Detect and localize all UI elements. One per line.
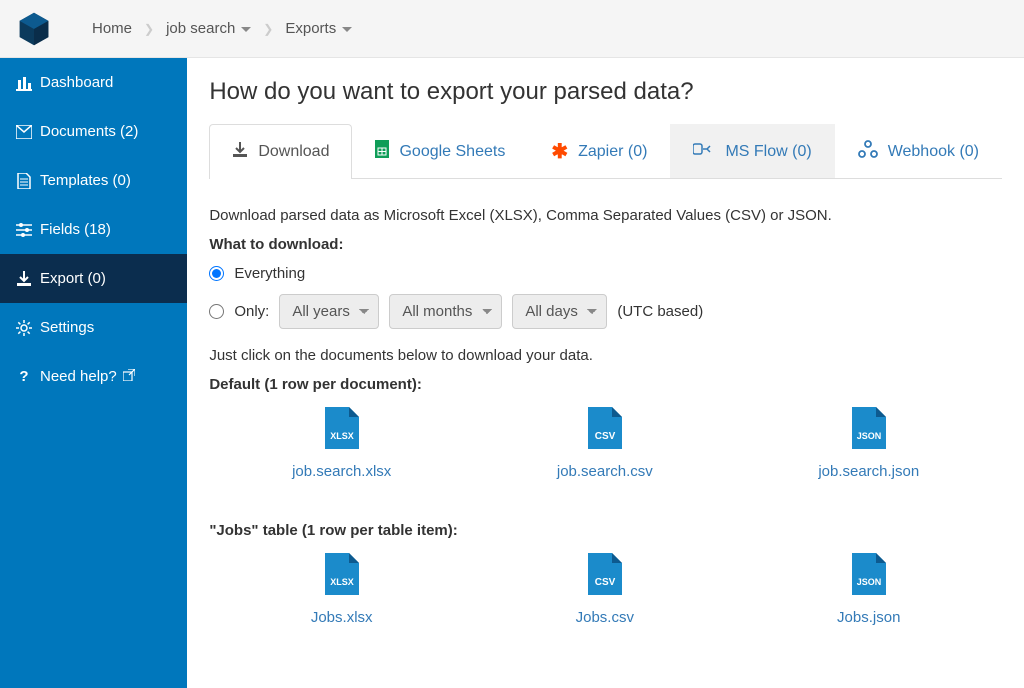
- breadcrumb-jobsearch[interactable]: job search: [166, 20, 251, 37]
- page-title: How do you want to export your parsed da…: [209, 78, 1002, 106]
- zapier-icon: ✱: [551, 139, 568, 164]
- sidebar-item-templates[interactable]: Templates (0): [0, 156, 187, 205]
- breadcrumb-exports[interactable]: Exports: [285, 20, 352, 37]
- file-json-icon: JSON: [852, 407, 886, 453]
- select-months[interactable]: All months: [389, 294, 502, 329]
- jobs-files: XLSX Jobs.xlsx CSV Jobs.csv JSON Jobs.js…: [209, 553, 1002, 626]
- svg-text:CSV: CSV: [595, 577, 616, 588]
- tab-download[interactable]: Download: [209, 124, 352, 179]
- radio-only-row: Only: All years All months All days (UTC…: [209, 294, 1002, 329]
- instructions: Just click on the documents below to dow…: [209, 347, 1002, 364]
- tabs: Download Google Sheets ✱ Zapier (0) MS F…: [209, 124, 1002, 179]
- google-sheets-icon: [375, 140, 389, 163]
- breadcrumb: Home ❯ job search ❯ Exports: [92, 20, 352, 37]
- file-jobsearch-json[interactable]: JSON job.search.json: [818, 407, 919, 480]
- svg-text:XLSX: XLSX: [330, 577, 354, 587]
- file-jobs-json[interactable]: JSON Jobs.json: [837, 553, 900, 626]
- select-years[interactable]: All years: [279, 294, 379, 329]
- file-csv-icon: CSV: [588, 553, 622, 599]
- jobs-section-title: "Jobs" table (1 row per table item):: [209, 522, 1002, 539]
- sidebar-item-fields[interactable]: Fields (18): [0, 205, 187, 254]
- external-link-icon: [123, 368, 135, 385]
- sidebar-item-dashboard[interactable]: Dashboard: [0, 58, 187, 107]
- envelope-icon: [14, 125, 34, 139]
- file-xlsx-icon: XLSX: [325, 407, 359, 453]
- file-jobs-xlsx[interactable]: XLSX Jobs.xlsx: [311, 553, 373, 626]
- caret-down-icon: [342, 27, 352, 32]
- chevron-right-icon: ❯: [144, 22, 154, 36]
- header: Home ❯ job search ❯ Exports: [0, 0, 1024, 58]
- file-jobsearch-csv[interactable]: CSV job.search.csv: [557, 407, 653, 480]
- file-csv-icon: CSV: [588, 407, 622, 453]
- default-files: XLSX job.search.xlsx CSV job.search.csv …: [209, 407, 1002, 480]
- download-icon: [14, 271, 34, 287]
- sidebar-item-settings[interactable]: Settings: [0, 303, 187, 352]
- tab-content-download: Download parsed data as Microsoft Excel …: [209, 179, 1002, 626]
- gear-icon: [14, 320, 34, 336]
- download-description: Download parsed data as Microsoft Excel …: [209, 207, 1002, 224]
- svg-text:JSON: JSON: [857, 431, 882, 441]
- file-json-icon: JSON: [852, 553, 886, 599]
- file-jobs-csv[interactable]: CSV Jobs.csv: [576, 553, 634, 626]
- tab-webhook[interactable]: Webhook (0): [835, 124, 1002, 178]
- file-xlsx-icon: XLSX: [325, 553, 359, 599]
- msflow-icon: [693, 141, 715, 162]
- what-to-download-label: What to download:: [209, 236, 1002, 253]
- select-days[interactable]: All days: [512, 294, 607, 329]
- app-logo: [16, 11, 52, 47]
- tab-msflow[interactable]: MS Flow (0): [670, 124, 834, 178]
- main-content: How do you want to export your parsed da…: [187, 58, 1024, 688]
- default-section-title: Default (1 row per document):: [209, 376, 1002, 393]
- svg-text:CSV: CSV: [595, 431, 616, 442]
- chevron-right-icon: ❯: [263, 22, 273, 36]
- utc-label: (UTC based): [617, 303, 703, 320]
- sidebar-item-export[interactable]: Export (0): [0, 254, 187, 303]
- svg-text:JSON: JSON: [856, 577, 881, 587]
- tab-zapier[interactable]: ✱ Zapier (0): [528, 124, 670, 178]
- sidebar: Dashboard Documents (2) Templates (0) Fi…: [0, 58, 187, 688]
- sidebar-item-documents[interactable]: Documents (2): [0, 107, 187, 156]
- bar-chart-icon: [14, 75, 34, 91]
- radio-everything-row: Everything: [209, 265, 1002, 282]
- sidebar-item-help[interactable]: ? Need help?: [0, 352, 187, 401]
- radio-only[interactable]: [209, 304, 224, 319]
- svg-text:XLSX: XLSX: [330, 431, 354, 441]
- breadcrumb-home[interactable]: Home: [92, 20, 132, 37]
- caret-down-icon: [241, 27, 251, 32]
- tab-sheets[interactable]: Google Sheets: [352, 124, 528, 178]
- download-icon: [232, 142, 248, 163]
- question-icon: ?: [14, 368, 34, 385]
- document-icon: [14, 173, 34, 189]
- radio-everything[interactable]: [209, 266, 224, 281]
- file-jobsearch-xlsx[interactable]: XLSX job.search.xlsx: [292, 407, 391, 480]
- sliders-icon: [14, 223, 34, 237]
- webhook-icon: [858, 140, 878, 163]
